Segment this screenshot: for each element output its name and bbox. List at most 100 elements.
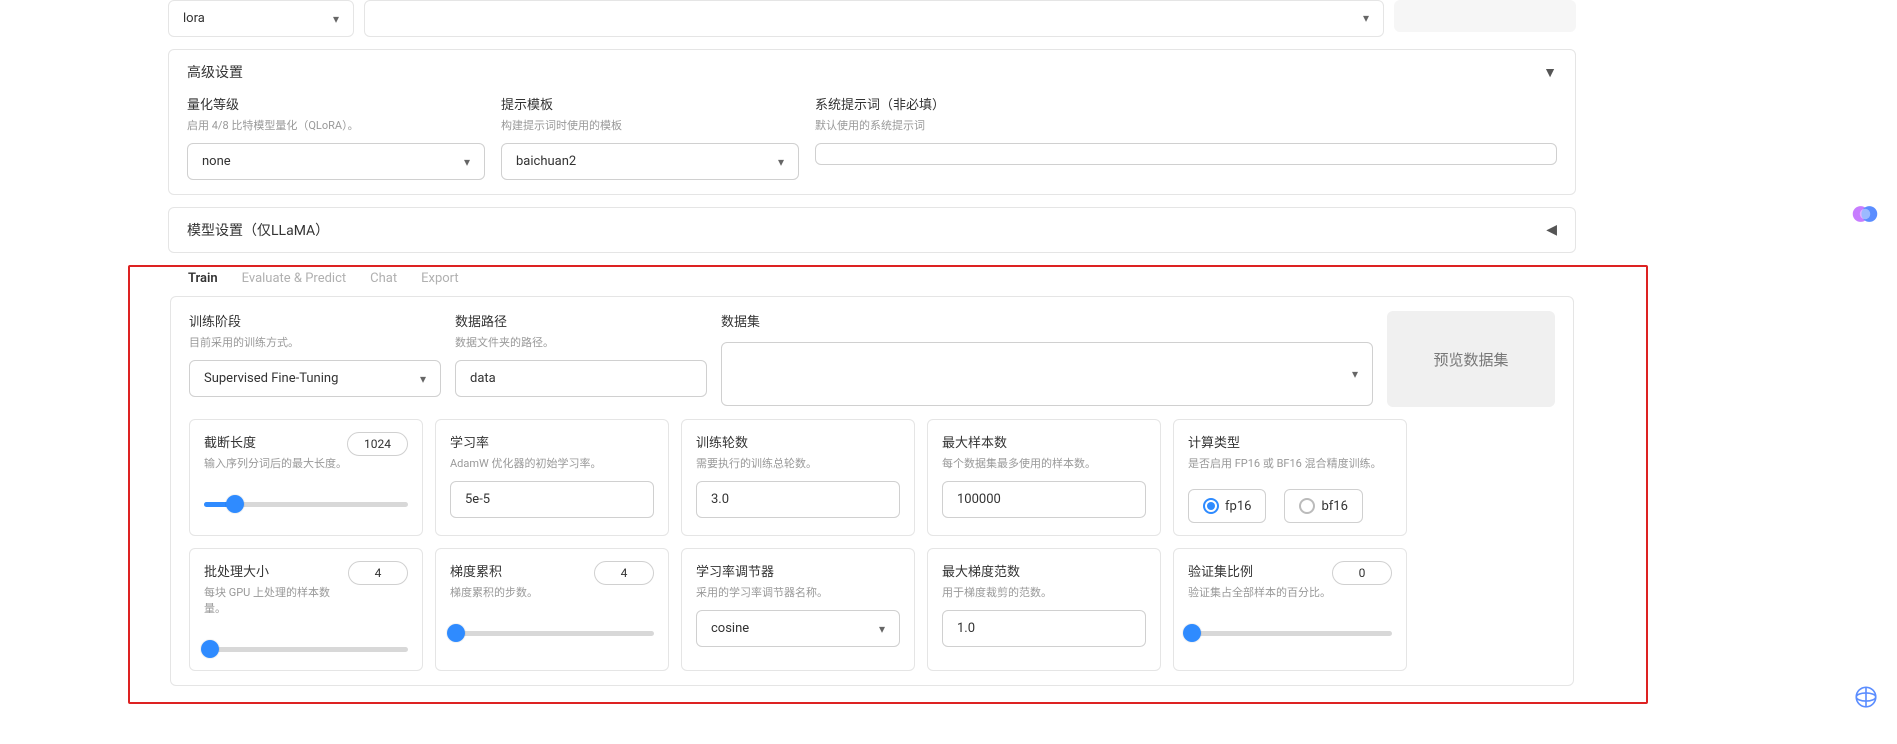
learning-rate-field: 学习率 AdamW 优化器的初始学习率。 5e-5 — [435, 419, 669, 536]
preview-dataset-label: 预览数据集 — [1433, 349, 1508, 370]
cutoff-desc: 输入序列分词后的最大长度。 — [204, 455, 347, 471]
quantization-label: 量化等级 — [187, 94, 485, 113]
epochs-desc: 需要执行的训练总轮数。 — [696, 455, 900, 471]
compute-bf16-label: bf16 — [1321, 499, 1347, 514]
method-select-value: lora — [183, 11, 205, 26]
cutoff-slider[interactable] — [204, 495, 408, 513]
compute-bf16-radio[interactable]: bf16 — [1284, 489, 1362, 523]
model-settings-title: 模型设置（仅LLaMA） — [187, 220, 329, 240]
advanced-settings-title: 高级设置 — [187, 62, 243, 82]
cutoff-label: 截断长度 — [204, 432, 347, 451]
lr-scheduler-label: 学习率调节器 — [696, 561, 900, 580]
dataset-label: 数据集 — [721, 311, 1373, 330]
top-action-button[interactable] — [1394, 0, 1576, 32]
grad-norm-desc: 用于梯度裁剪的范数。 — [942, 584, 1146, 600]
radio-icon — [1299, 498, 1315, 514]
grad-norm-input[interactable]: 1.0 — [942, 610, 1146, 647]
lr-scheduler-field: 学习率调节器 采用的学习率调节器名称。 cosine ▾ — [681, 548, 915, 671]
chevron-down-icon: ▾ — [778, 155, 784, 169]
dataset-select[interactable]: ▾ — [721, 342, 1373, 406]
learning-rate-desc: AdamW 优化器的初始学习率。 — [450, 455, 654, 471]
quantization-desc: 启用 4/8 比特模型量化（QLoRA）。 — [187, 117, 485, 133]
preview-dataset-button[interactable]: 预览数据集 — [1387, 311, 1555, 407]
training-stage-select[interactable]: Supervised Fine-Tuning ▾ — [189, 360, 441, 397]
epochs-input[interactable]: 3.0 — [696, 481, 900, 518]
max-samples-field: 最大样本数 每个数据集最多使用的样本数。 100000 — [927, 419, 1161, 536]
epochs-value: 3.0 — [711, 492, 729, 507]
quantization-field: 量化等级 启用 4/8 比特模型量化（QLoRA）。 none ▾ — [187, 94, 485, 180]
quantization-select[interactable]: none ▾ — [187, 143, 485, 180]
training-stage-value: Supervised Fine-Tuning — [204, 371, 338, 386]
max-samples-label: 最大样本数 — [942, 432, 1146, 451]
lr-scheduler-select[interactable]: cosine ▾ — [696, 610, 900, 647]
learning-rate-input[interactable]: 5e-5 — [450, 481, 654, 518]
chevron-down-icon: ▾ — [333, 12, 339, 26]
dataset-field: 数据集 ▾ — [721, 311, 1373, 407]
cutoff-value-box[interactable]: 1024 — [347, 432, 408, 456]
val-split-value-box[interactable]: 0 — [1332, 561, 1392, 585]
method-select[interactable]: lora ▾ — [181, 7, 341, 30]
val-split-slider[interactable] — [1188, 624, 1392, 642]
grad-norm-field: 最大梯度范数 用于梯度裁剪的范数。 1.0 — [927, 548, 1161, 671]
template-value: baichuan2 — [516, 154, 576, 169]
mode-tabs: Train Evaluate & Predict Chat Export — [170, 267, 1574, 296]
tab-chat[interactable]: Chat — [368, 267, 399, 290]
max-samples-value: 100000 — [957, 492, 1001, 507]
assistant-brain-icon[interactable] — [1851, 200, 1879, 228]
chevron-down-icon: ▾ — [1352, 367, 1358, 381]
grad-accum-value-box[interactable]: 4 — [594, 561, 654, 585]
caret-left-icon: ◀ — [1546, 222, 1557, 238]
batch-size-desc: 每块 GPU 上处理的样本数量。 — [204, 584, 348, 616]
compute-type-desc: 是否启用 FP16 或 BF16 混合精度训练。 — [1188, 455, 1392, 471]
compute-fp16-radio[interactable]: fp16 — [1188, 489, 1266, 523]
grad-norm-value: 1.0 — [957, 621, 975, 636]
tab-train[interactable]: Train — [186, 267, 220, 290]
data-path-value: data — [470, 371, 496, 386]
val-split-desc: 验证集占全部样本的百分比。 — [1188, 584, 1331, 600]
grad-accum-slider[interactable] — [450, 624, 654, 642]
template-label: 提示模板 — [501, 94, 799, 113]
system-prompt-label: 系统提示词（非必填） — [815, 94, 1557, 113]
secondary-select[interactable]: ▾ — [377, 7, 1371, 29]
grad-accum-label: 梯度累积 — [450, 561, 538, 580]
template-desc: 构建提示词时使用的模板 — [501, 117, 799, 133]
batch-size-label: 批处理大小 — [204, 561, 348, 580]
grad-accum-field: 梯度累积 梯度累积的步数。 4 — [435, 548, 669, 671]
chevron-down-icon: ▾ — [879, 622, 885, 636]
system-prompt-desc: 默认使用的系统提示词 — [815, 117, 1557, 133]
advanced-settings-header[interactable]: 高级设置 ▼ — [169, 50, 1575, 94]
cutoff-field: 截断长度 输入序列分词后的最大长度。 1024 — [189, 419, 423, 536]
val-split-field: 验证集比例 验证集占全部样本的百分比。 0 — [1173, 548, 1407, 671]
training-stage-label: 训练阶段 — [189, 311, 441, 330]
learning-rate-value: 5e-5 — [465, 492, 490, 507]
data-path-field: 数据路径 数据文件夹的路径。 data — [455, 311, 707, 407]
max-samples-input[interactable]: 100000 — [942, 481, 1146, 518]
lr-scheduler-desc: 采用的学习率调节器名称。 — [696, 584, 900, 600]
val-split-label: 验证集比例 — [1188, 561, 1331, 580]
training-stage-field: 训练阶段 目前采用的训练方式。 Supervised Fine-Tuning ▾ — [189, 311, 441, 407]
system-prompt-field: 系统提示词（非必填） 默认使用的系统提示词 — [815, 94, 1557, 180]
batch-size-value-box[interactable]: 4 — [348, 561, 408, 585]
template-select[interactable]: baichuan2 ▾ — [501, 143, 799, 180]
batch-size-slider[interactable] — [204, 640, 408, 658]
compute-type-field: 计算类型 是否启用 FP16 或 BF16 混合精度训练。 fp16 bf16 — [1173, 419, 1407, 536]
tab-export[interactable]: Export — [419, 267, 461, 290]
learning-rate-label: 学习率 — [450, 432, 654, 451]
model-settings-header[interactable]: 模型设置（仅LLaMA） ◀ — [169, 208, 1575, 252]
caret-down-icon: ▼ — [1543, 64, 1557, 81]
template-field: 提示模板 构建提示词时使用的模板 baichuan2 ▾ — [501, 94, 799, 180]
grad-norm-label: 最大梯度范数 — [942, 561, 1146, 580]
epochs-field: 训练轮数 需要执行的训练总轮数。 3.0 — [681, 419, 915, 536]
quantization-value: none — [202, 154, 231, 169]
system-prompt-input[interactable] — [815, 143, 1557, 165]
compute-fp16-label: fp16 — [1225, 499, 1251, 514]
data-path-desc: 数据文件夹的路径。 — [455, 334, 707, 350]
training-stage-desc: 目前采用的训练方式。 — [189, 334, 441, 350]
data-path-input[interactable]: data — [455, 360, 707, 397]
assistant-globe-icon[interactable] — [1853, 684, 1879, 710]
train-section-highlight: Train Evaluate & Predict Chat Export 训练阶… — [128, 265, 1648, 704]
tab-evaluate[interactable]: Evaluate & Predict — [240, 267, 349, 290]
grad-accum-desc: 梯度累积的步数。 — [450, 584, 538, 600]
lr-scheduler-value: cosine — [711, 621, 749, 636]
batch-size-field: 批处理大小 每块 GPU 上处理的样本数量。 4 — [189, 548, 423, 671]
